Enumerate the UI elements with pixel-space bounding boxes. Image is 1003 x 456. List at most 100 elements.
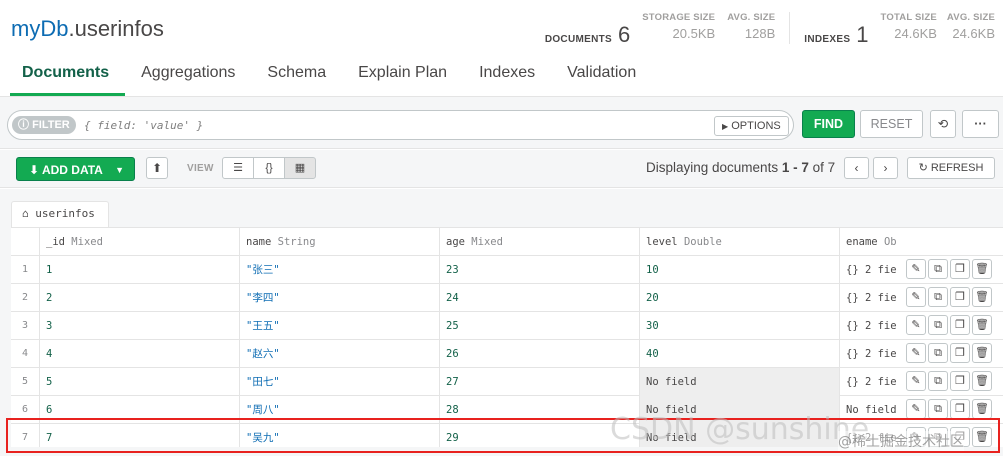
delete-button[interactable]: 🗑 — [972, 399, 992, 419]
expand-button[interactable]: ⧉ — [928, 259, 948, 279]
column-header-age[interactable]: age Mixed — [440, 228, 640, 256]
pencil-icon: ✎ — [911, 346, 921, 359]
tab-schema[interactable]: Schema — [251, 58, 342, 96]
view-label: VIEW — [187, 163, 214, 174]
edit-button[interactable]: ✎ — [906, 343, 926, 363]
add-data-button[interactable]: ⬇ ADD DATA ▼ — [16, 157, 135, 181]
tab-aggregations[interactable]: Aggregations — [125, 58, 251, 96]
cell-age[interactable]: 26 — [440, 340, 640, 368]
total-size-stat: TOTAL SIZE 24.6KB — [881, 12, 937, 41]
cell-name[interactable]: "田七" — [240, 368, 440, 396]
column-type: Ob — [883, 236, 897, 248]
cell-level[interactable]: 40 — [640, 340, 840, 368]
column-name: ename — [846, 236, 878, 248]
database-name[interactable]: myDb — [11, 16, 68, 41]
tab-indexes[interactable]: Indexes — [463, 58, 551, 96]
row-actions: ✎ ⧉ ❐ 🗑 — [904, 315, 992, 335]
delete-button[interactable]: 🗑 — [972, 315, 992, 335]
row-index: 5 — [11, 368, 40, 396]
indexes-stat: INDEXES 1 — [804, 24, 868, 46]
delete-button[interactable]: 🗑 — [972, 259, 992, 279]
clone-button[interactable]: ❐ — [950, 399, 970, 419]
row-actions: ✎ ⧉ ❐ 🗑 — [904, 343, 992, 363]
column-header-level[interactable]: level Double — [640, 228, 840, 256]
delete-button[interactable]: 🗑 — [972, 287, 992, 307]
namespace-title: myDb.userinfos — [11, 16, 164, 42]
breadcrumb[interactable]: ⌂ userinfos — [11, 201, 109, 227]
cell-name[interactable]: "赵六" — [240, 340, 440, 368]
expand-button[interactable]: ⧉ — [928, 287, 948, 307]
filter-input[interactable]: { field: 'value' } — [84, 119, 203, 132]
column-header-name[interactable]: name String — [240, 228, 440, 256]
expand-button[interactable]: ⧉ — [928, 399, 948, 419]
delete-button[interactable]: 🗑 — [972, 371, 992, 391]
delete-button[interactable]: 🗑 — [972, 343, 992, 363]
table-row[interactable]: 5 5 "田七" 27 No field{} 2 fie ✎ ⧉ ❐ 🗑 — [11, 368, 1003, 396]
find-button[interactable]: FIND — [802, 110, 855, 138]
column-name: level — [646, 236, 678, 248]
clone-button[interactable]: ❐ — [950, 315, 970, 335]
expand-button[interactable]: ⧉ — [928, 343, 948, 363]
edit-button[interactable]: ✎ — [906, 371, 926, 391]
list-view-button[interactable]: ☰ — [222, 157, 254, 179]
edit-button[interactable]: ✎ — [906, 315, 926, 335]
edit-button[interactable]: ✎ — [906, 287, 926, 307]
display-total: 7 — [827, 160, 836, 175]
query-history-button[interactable]: ⟲ — [930, 110, 956, 138]
refresh-button[interactable]: ↻ REFRESH — [907, 157, 995, 179]
options-button[interactable]: ▶ OPTIONS — [714, 116, 789, 136]
cell-id[interactable]: 4 — [40, 340, 240, 368]
edit-button[interactable]: ✎ — [906, 399, 926, 419]
reset-button[interactable]: RESET — [860, 110, 923, 138]
table-row[interactable]: 3 3 "王五" 25 30{} 2 fie ✎ ⧉ ❐ 🗑 — [11, 312, 1003, 340]
cell-age[interactable]: 27 — [440, 368, 640, 396]
trash-icon: 🗑 — [975, 402, 989, 415]
clone-button[interactable]: ❐ — [950, 343, 970, 363]
cell-level[interactable]: 30 — [640, 312, 840, 340]
export-button[interactable]: ⬆ — [146, 157, 168, 179]
cell-id[interactable]: 5 — [40, 368, 240, 396]
json-view-button[interactable]: {} — [253, 157, 285, 179]
table-row[interactable]: 4 4 "赵六" 26 40{} 2 fie ✎ ⧉ ❐ 🗑 — [11, 340, 1003, 368]
expand-button[interactable]: ⧉ — [928, 371, 948, 391]
cell-level[interactable]: 20 — [640, 284, 840, 312]
table-row[interactable]: 1 1 "张三" 23 10{} 2 fie ✎ ⧉ ❐ 🗑 — [11, 256, 1003, 284]
collection-stats: DOCUMENTS 6 STORAGE SIZE 20.5KB AVG. SIZ… — [535, 12, 995, 46]
next-page-button[interactable]: › — [873, 157, 898, 179]
filter-input-box[interactable]: ⓘ FILTER { field: 'value' } ▶ OPTIONS — [7, 110, 794, 140]
grid-header-row: _id Mixed name String age Mixed level Do… — [11, 228, 1003, 256]
clone-button[interactable]: ❐ — [950, 287, 970, 307]
more-options-button[interactable]: ··· — [962, 110, 999, 138]
pencil-icon: ✎ — [911, 262, 921, 275]
cell-id[interactable]: 2 — [40, 284, 240, 312]
storage-size-value: 20.5KB — [672, 26, 716, 41]
cell-age[interactable]: 23 — [440, 256, 640, 284]
table-view-button[interactable]: ▦ — [284, 157, 316, 179]
cell-age[interactable]: 24 — [440, 284, 640, 312]
table-row[interactable]: 2 2 "李四" 24 20{} 2 fie ✎ ⧉ ❐ 🗑 — [11, 284, 1003, 312]
expand-button[interactable]: ⧉ — [928, 315, 948, 335]
column-header-ename[interactable]: ename Ob — [840, 228, 1003, 256]
clone-button[interactable]: ❐ — [950, 259, 970, 279]
cell-name[interactable]: "王五" — [240, 312, 440, 340]
cell-age[interactable]: 25 — [440, 312, 640, 340]
cell-name[interactable]: "张三" — [240, 256, 440, 284]
tab-explain-plan[interactable]: Explain Plan — [342, 58, 463, 96]
previous-page-button[interactable]: ‹ — [844, 157, 869, 179]
copy-icon: ❐ — [955, 346, 965, 359]
cell-name[interactable]: "李四" — [240, 284, 440, 312]
clone-button[interactable]: ❐ — [950, 371, 970, 391]
documents-stat: DOCUMENTS 6 — [545, 24, 630, 46]
tab-validation[interactable]: Validation — [551, 58, 652, 96]
copy-icon: ❐ — [955, 290, 965, 303]
column-header-id[interactable]: _id Mixed — [40, 228, 240, 256]
cell-level[interactable]: 10 — [640, 256, 840, 284]
cell-id[interactable]: 1 — [40, 256, 240, 284]
cell-level[interactable]: No field — [640, 368, 840, 396]
add-data-label: ADD DATA — [41, 163, 103, 177]
tab-documents[interactable]: Documents — [6, 58, 126, 96]
edit-button[interactable]: ✎ — [906, 259, 926, 279]
row-actions: ✎ ⧉ ❐ 🗑 — [904, 371, 992, 391]
trash-icon: 🗑 — [975, 290, 989, 303]
cell-id[interactable]: 3 — [40, 312, 240, 340]
